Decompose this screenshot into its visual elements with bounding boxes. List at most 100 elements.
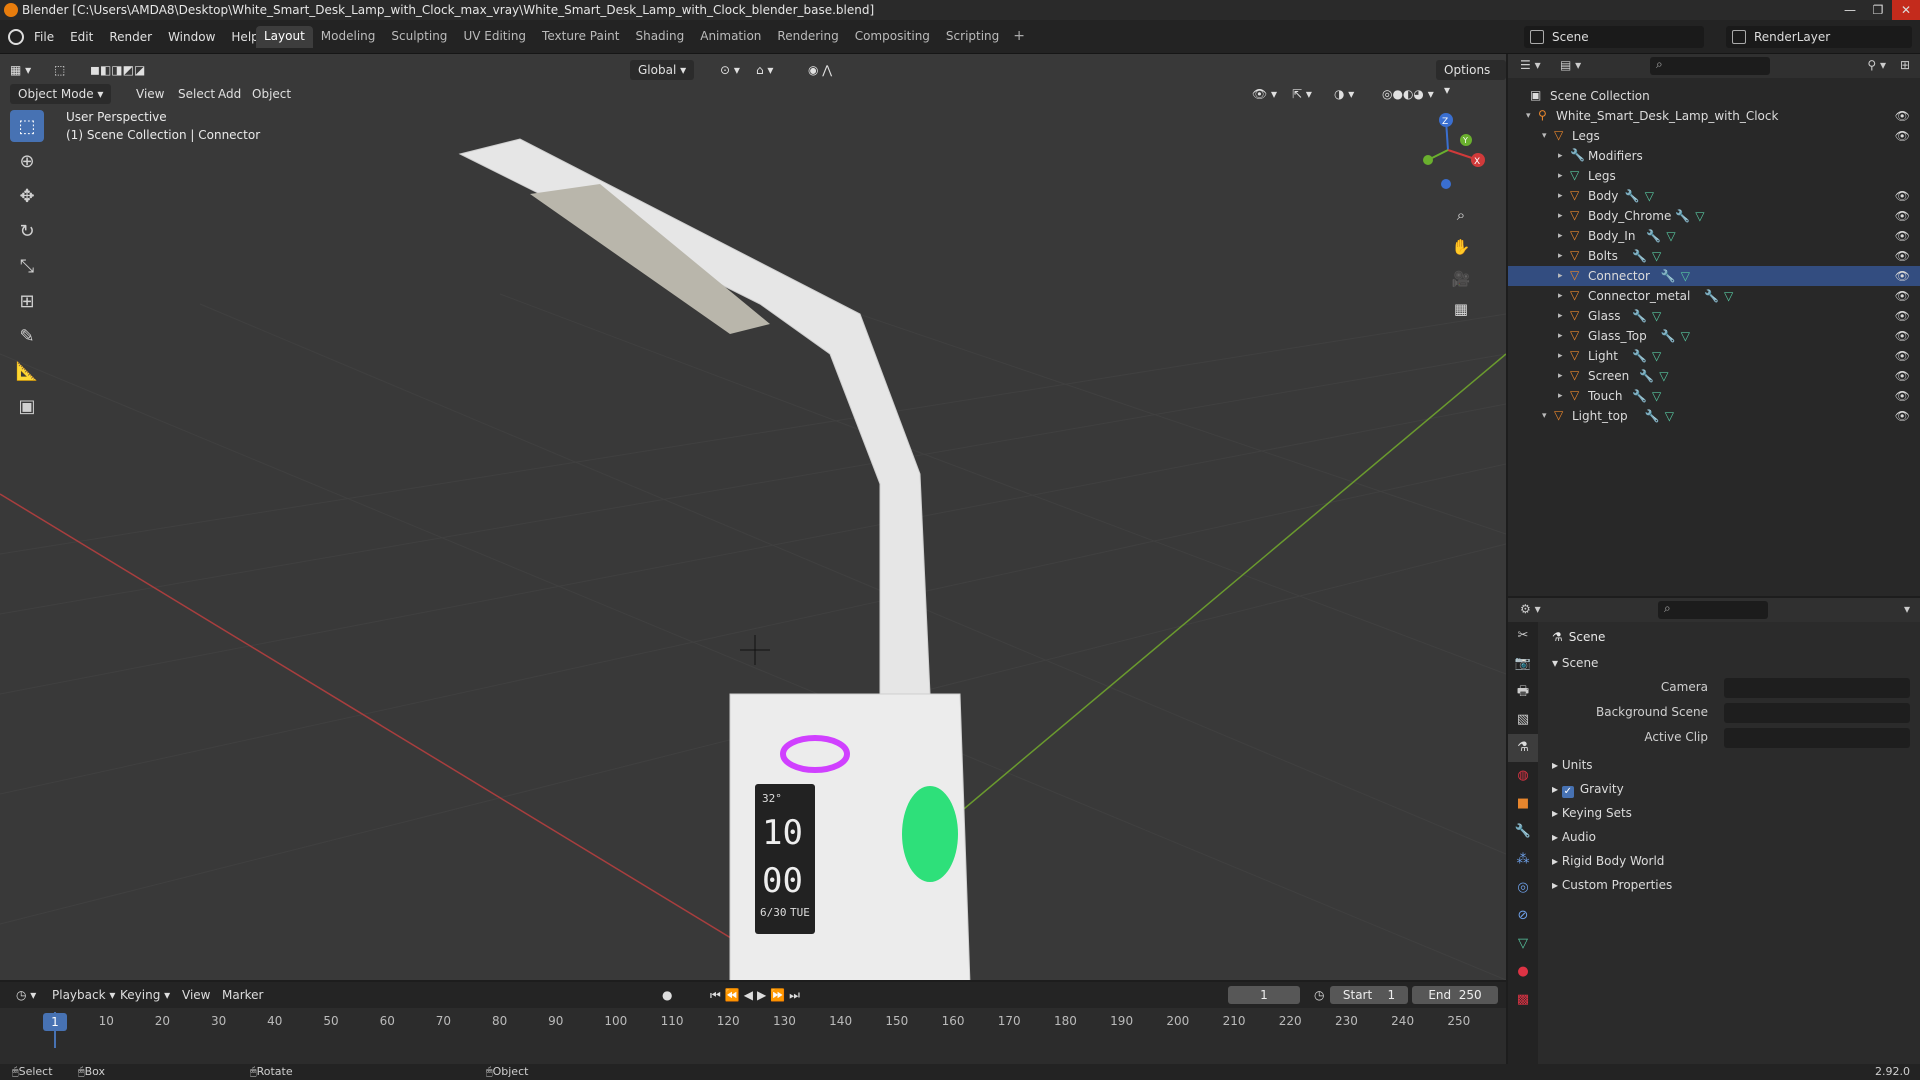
- expand-toggle-icon[interactable]: ▸: [1558, 346, 1563, 366]
- material-tab-icon[interactable]: ●: [1508, 958, 1538, 986]
- axis-gizmo[interactable]: Z Y X: [1408, 110, 1488, 190]
- particles-tab-icon[interactable]: ⁂: [1508, 846, 1538, 874]
- select-tool-icon[interactable]: ⬚: [54, 60, 65, 80]
- outliner-item[interactable]: ▾ ▽ Light_top 🔧 ▽ 👁: [1508, 406, 1920, 426]
- visibility-eye-icon[interactable]: 👁: [1895, 346, 1910, 366]
- new-collection-icon[interactable]: ⊞: [1900, 58, 1910, 72]
- camera-view-icon[interactable]: 🎥: [1448, 266, 1474, 292]
- expand-toggle-icon[interactable]: ▸: [1558, 246, 1563, 266]
- outliner-item[interactable]: ▸ ▽ Glass 🔧 ▽ 👁: [1508, 306, 1920, 326]
- modifier-icon[interactable]: 🔧: [1639, 366, 1654, 386]
- menu-keying[interactable]: Keying ▾: [114, 986, 176, 1004]
- tab-shading[interactable]: Shading: [627, 26, 692, 48]
- add-workspace-icon[interactable]: +: [1007, 26, 1031, 48]
- render-tab-icon[interactable]: 📷: [1508, 650, 1538, 678]
- visibility-icon[interactable]: 👁 ▾: [1252, 84, 1277, 104]
- expand-toggle-icon[interactable]: ▸: [1558, 266, 1563, 286]
- outliner-item[interactable]: ▸ ▽ Legs: [1508, 166, 1920, 186]
- timeline[interactable]: ◷ ▾ Playback ▾ Keying ▾ View Marker ● ⏮⏪…: [0, 982, 1506, 1064]
- outliner-root[interactable]: ▣ Scene Collection: [1508, 86, 1920, 106]
- expand-toggle-icon[interactable]: ▸: [1558, 386, 1563, 406]
- move-icon[interactable]: ✥: [10, 180, 44, 212]
- shading-modes-icons[interactable]: ◎●◐◕ ▾: [1382, 84, 1434, 104]
- tab-sculpting[interactable]: Sculpting: [383, 26, 455, 48]
- mesh-data-icon[interactable]: ▽: [1652, 386, 1661, 406]
- mesh-data-icon[interactable]: ▽: [1645, 186, 1654, 206]
- scene-section-header[interactable]: ▾ Scene: [1552, 656, 1598, 670]
- scale-icon[interactable]: ⤡: [10, 250, 44, 282]
- pan-hand-icon[interactable]: ✋: [1448, 234, 1474, 260]
- visibility-eye-icon[interactable]: 👁: [1895, 366, 1910, 386]
- visibility-eye-icon[interactable]: 👁: [1895, 286, 1910, 306]
- outliner-item[interactable]: ▸ ▽ Touch 🔧 ▽ 👁: [1508, 386, 1920, 406]
- orientation-dropdown[interactable]: Global ▾: [630, 60, 695, 80]
- outliner-editor-icon[interactable]: ☰ ▾: [1520, 58, 1541, 72]
- visibility-eye-icon[interactable]: 👁: [1895, 126, 1910, 146]
- expand-toggle-icon[interactable]: ▸: [1558, 286, 1563, 306]
- 3d-viewport[interactable]: 32° 10 00 6/30 TUE ▦ ▾ ⬚ ◼◧◨◩◪ Global ▾ …: [0, 54, 1506, 980]
- scene-tab-icon[interactable]: ⚗: [1508, 734, 1538, 762]
- expand-toggle-icon[interactable]: ▸: [1558, 166, 1563, 186]
- scene-selector[interactable]: Scene: [1524, 26, 1704, 48]
- expand-toggle-icon[interactable]: ▸: [1558, 366, 1563, 386]
- mesh-data-icon[interactable]: ▽: [1724, 286, 1733, 306]
- expand-toggle-icon[interactable]: ▸: [1558, 146, 1563, 166]
- props-options-icon[interactable]: ▾: [1904, 602, 1910, 616]
- audio-panel-header[interactable]: ▸ Audio: [1552, 830, 1596, 844]
- outliner-item[interactable]: ▸ ▽ Body_In 🔧 ▽ 👁: [1508, 226, 1920, 246]
- menu-object[interactable]: Object: [252, 84, 291, 104]
- outliner-search-input[interactable]: ⌕: [1650, 57, 1770, 75]
- playhead-frame-label[interactable]: 1: [43, 1013, 67, 1031]
- outliner-item[interactable]: ▸ ▽ Light 🔧 ▽ 👁: [1508, 346, 1920, 366]
- mesh-data-icon[interactable]: ▽: [1695, 206, 1704, 226]
- tab-layout[interactable]: Layout: [256, 26, 313, 48]
- options-dropdown[interactable]: Options ▾: [1436, 60, 1506, 97]
- tab-rendering[interactable]: Rendering: [769, 26, 846, 48]
- constraints-tab-icon[interactable]: ⊘: [1508, 902, 1538, 930]
- expand-toggle-icon[interactable]: ▸: [1558, 306, 1563, 326]
- modifier-icon[interactable]: 🔧: [1704, 286, 1719, 306]
- visibility-eye-icon[interactable]: 👁: [1895, 386, 1910, 406]
- modifier-icon[interactable]: 🔧: [1645, 406, 1660, 426]
- gizmo-icon[interactable]: ⇱ ▾: [1292, 84, 1312, 104]
- expand-toggle-icon[interactable]: ▾: [1526, 106, 1531, 126]
- units-panel-header[interactable]: ▸ Units: [1552, 758, 1593, 772]
- menu-help[interactable]: Help: [231, 30, 258, 44]
- mesh-data-icon[interactable]: ▽: [1681, 326, 1690, 346]
- modifier-icon[interactable]: 🔧: [1632, 386, 1647, 406]
- tab-animation[interactable]: Animation: [692, 26, 769, 48]
- start-frame-field[interactable]: Start 1: [1330, 986, 1408, 1004]
- visibility-eye-icon[interactable]: 👁: [1895, 226, 1910, 246]
- menu-select[interactable]: Select: [178, 84, 215, 104]
- data-tab-icon[interactable]: ▽: [1508, 930, 1538, 958]
- modifier-icon[interactable]: 🔧: [1661, 266, 1676, 286]
- expand-toggle-icon[interactable]: ▾: [1542, 126, 1547, 146]
- close-button[interactable]: ✕: [1892, 0, 1920, 20]
- outliner-item[interactable]: ▸ ▽ Connector 🔧 ▽ 👁: [1508, 266, 1920, 286]
- mesh-data-icon[interactable]: ▽: [1666, 226, 1675, 246]
- expand-toggle-icon[interactable]: ▸: [1558, 206, 1563, 226]
- outliner-item[interactable]: ▸ ▽ Screen 🔧 ▽ 👁: [1508, 366, 1920, 386]
- tool-tab-icon[interactable]: ✂: [1508, 622, 1538, 650]
- visibility-eye-icon[interactable]: 👁: [1895, 326, 1910, 346]
- outliner-item[interactable]: ▸ ▽ Bolts 🔧 ▽ 👁: [1508, 246, 1920, 266]
- rotate-icon[interactable]: ↻: [10, 215, 44, 247]
- camera-field[interactable]: [1724, 678, 1910, 698]
- visibility-eye-icon[interactable]: 👁: [1895, 406, 1910, 426]
- menu-edit[interactable]: Edit: [70, 30, 93, 44]
- outliner-item[interactable]: ▾ ▽ Legs 👁: [1508, 126, 1920, 146]
- texture-tab-icon[interactable]: ▩: [1508, 986, 1538, 1014]
- mesh-data-icon[interactable]: ▽: [1681, 266, 1690, 286]
- menu-window[interactable]: Window: [168, 30, 215, 44]
- zoom-icon[interactable]: ⌕: [1448, 202, 1474, 228]
- modifier-icon[interactable]: 🔧: [1661, 326, 1676, 346]
- end-frame-field[interactable]: End 250: [1412, 986, 1498, 1004]
- tab-modeling[interactable]: Modeling: [313, 26, 384, 48]
- properties-editor-icon[interactable]: ⚙ ▾: [1520, 602, 1541, 616]
- menu-marker[interactable]: Marker: [216, 986, 269, 1004]
- mode-dropdown[interactable]: Object Mode ▾: [10, 84, 112, 104]
- menu-add[interactable]: Add: [218, 84, 241, 104]
- visibility-eye-icon[interactable]: 👁: [1895, 306, 1910, 326]
- modifier-icon[interactable]: 🔧: [1632, 346, 1647, 366]
- selection-mode-icons[interactable]: ◼◧◨◩◪: [90, 60, 145, 80]
